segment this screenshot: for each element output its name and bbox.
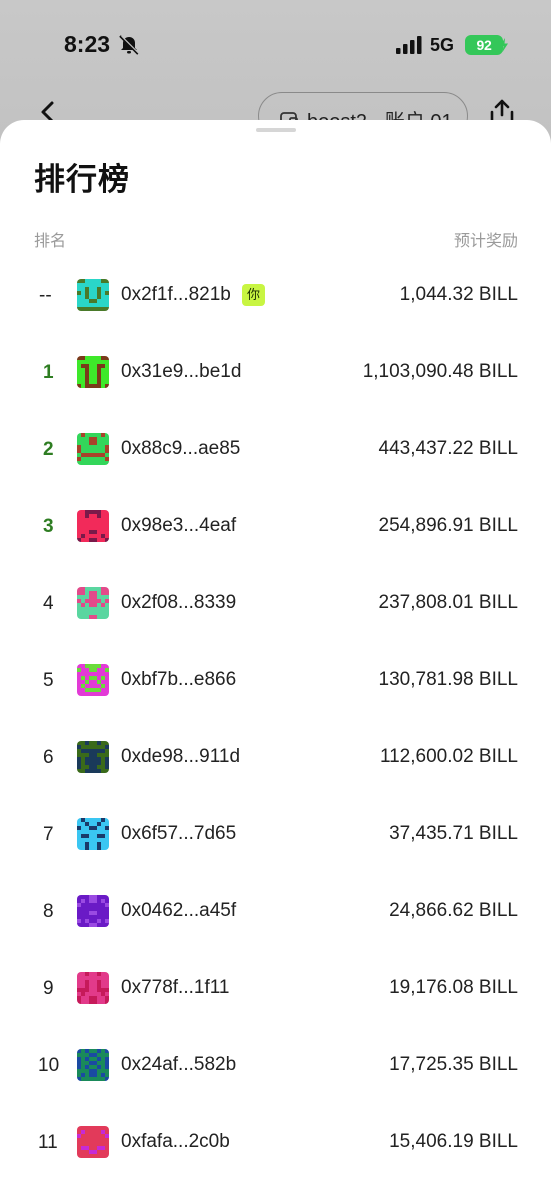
row-reward: 17,725.35 BILL bbox=[389, 1054, 518, 1075]
bell-muted-icon bbox=[119, 35, 140, 55]
row-reward: 24,866.62 BILL bbox=[389, 900, 518, 921]
row-reward: 19,176.08 BILL bbox=[389, 977, 518, 998]
row-address: 0x6f57...7d65 bbox=[121, 823, 237, 844]
avatar-icon bbox=[77, 1126, 109, 1158]
avatar-icon bbox=[77, 279, 109, 311]
row-address: 0x88c9...ae85 bbox=[121, 438, 241, 459]
leaderboard-row[interactable]: 1 0x31e9...be1d 1,103,090.48 BILL bbox=[0, 335, 551, 412]
battery-level: 92 bbox=[476, 37, 492, 53]
row-reward: 1,044.32 BILL bbox=[399, 284, 518, 305]
row-reward: 443,437.22 BILL bbox=[378, 438, 518, 459]
row-reward: 130,781.98 BILL bbox=[378, 669, 518, 690]
row-reward: 1,103,090.48 BILL bbox=[362, 361, 518, 382]
avatar-icon bbox=[77, 510, 109, 542]
column-header-reward: 预计奖励 bbox=[453, 233, 518, 250]
leaderboard-row[interactable]: 3 0x98e3...4eaf 254,896.91 BILL bbox=[0, 489, 551, 566]
leaderboard-row[interactable]: 6 0xde98...911d 112,600.02 BILL bbox=[0, 720, 551, 797]
leaderboard-sheet: 排行榜 排名 预计奖励 -- 0x2f1f...821b 你 1,044.32 BIL… bbox=[0, 120, 551, 1199]
avatar-icon bbox=[77, 972, 109, 1004]
cellular-signal-icon bbox=[396, 36, 422, 54]
row-rank: 11 bbox=[38, 1132, 58, 1153]
leaderboard-row[interactable]: 5 0xbf7b...e866 130,781.98 BILL bbox=[0, 643, 551, 720]
leaderboard-row[interactable]: 4 0x2f08...8339 237,808.01 BILL bbox=[0, 566, 551, 643]
you-badge: 你 bbox=[242, 284, 266, 306]
column-header-rank: 排名 bbox=[34, 233, 67, 250]
row-address: 0xde98...911d bbox=[121, 746, 241, 767]
row-reward: 254,896.91 BILL bbox=[378, 515, 518, 536]
avatar-icon bbox=[77, 433, 109, 465]
charging-bolt-icon bbox=[500, 38, 508, 52]
row-rank: -- bbox=[39, 285, 52, 306]
leaderboard-row[interactable]: 7 0x6f57...7d65 37,435.71 BILL bbox=[0, 797, 551, 874]
leaderboard-row[interactable]: 11 0xfafa...2c0b 15,406.19 BILL bbox=[0, 1105, 551, 1182]
row-address: 0x2f08...8339 bbox=[121, 592, 237, 613]
sheet-grabber[interactable] bbox=[256, 128, 296, 132]
leaderboard-row[interactable]: 2 0x88c9...ae85 443,437.22 BILL bbox=[0, 412, 551, 489]
row-address: 0xfafa...2c0b bbox=[121, 1131, 230, 1152]
row-rank: 10 bbox=[38, 1055, 60, 1076]
row-reward: 237,808.01 BILL bbox=[378, 592, 518, 613]
row-address: 0x0462...a45f bbox=[121, 900, 237, 921]
avatar-icon bbox=[77, 356, 109, 388]
row-address: 0xbf7b...e866 bbox=[121, 669, 237, 690]
leaderboard-row[interactable]: -- 0x2f1f...821b 你 1,044.32 BILL bbox=[0, 258, 551, 335]
avatar-icon bbox=[77, 587, 109, 619]
leaderboard-list: -- 0x2f1f...821b 你 1,044.32 BILL 1 0x31e9...b… bbox=[0, 258, 551, 1182]
row-reward: 37,435.71 BILL bbox=[389, 823, 518, 844]
leaderboard-row[interactable]: 8 0x0462...a45f 24,866.62 BILL bbox=[0, 874, 551, 951]
battery-indicator: 92 bbox=[465, 35, 503, 55]
leaderboard-row[interactable]: 10 0x24af...582b 17,725.35 BILL bbox=[0, 1028, 551, 1105]
sheet-title: 排行榜 bbox=[34, 162, 130, 197]
avatar-icon bbox=[77, 1049, 109, 1081]
row-reward: 112,600.02 BILL bbox=[379, 746, 518, 767]
row-reward: 15,406.19 BILL bbox=[389, 1131, 518, 1152]
avatar-icon bbox=[77, 895, 109, 927]
row-address: 0x778f...1f11 bbox=[121, 977, 230, 998]
avatar-icon bbox=[77, 664, 109, 696]
row-address: 0x24af...582b bbox=[121, 1054, 237, 1075]
network-type: 5G bbox=[430, 35, 455, 55]
avatar-icon bbox=[77, 741, 109, 773]
row-address: 0x98e3...4eaf bbox=[121, 515, 237, 536]
status-time: 8:23 bbox=[64, 31, 111, 57]
row-address: 0x2f1f...821b bbox=[121, 284, 231, 305]
leaderboard-row[interactable]: 9 0x778f...1f11 19,176.08 BILL bbox=[0, 951, 551, 1028]
status-bar: 8:23 5G 92 bbox=[0, 0, 551, 90]
row-address: 0x31e9...be1d bbox=[121, 361, 242, 382]
avatar-icon bbox=[77, 818, 109, 850]
